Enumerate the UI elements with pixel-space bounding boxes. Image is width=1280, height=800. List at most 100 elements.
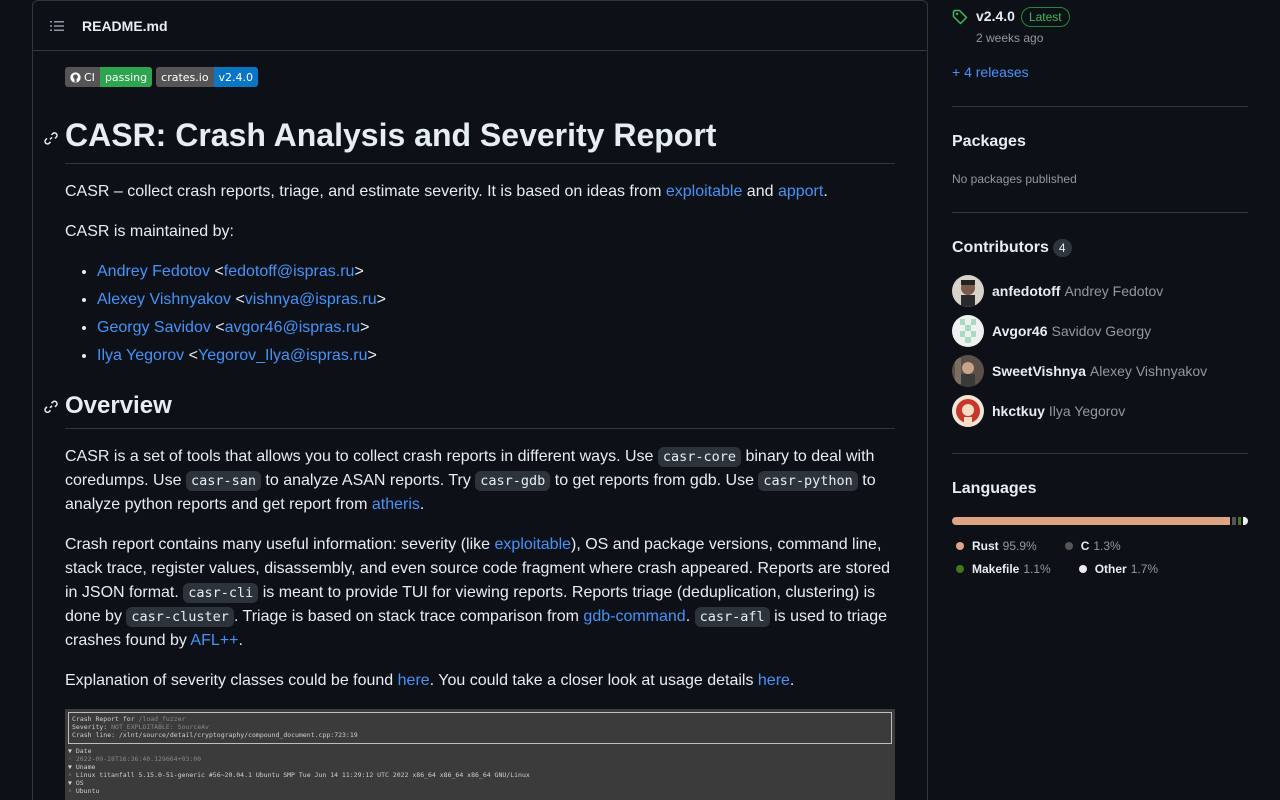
- lang-item-rust[interactable]: Rust 95.9%: [952, 534, 1037, 557]
- divider: [952, 106, 1248, 107]
- lang-name: Other: [1094, 561, 1127, 576]
- report-paragraph: Crash report contains many useful inform…: [65, 536, 891, 649]
- more-releases-link[interactable]: + 4 releases: [952, 64, 1248, 80]
- lang-name: C: [1080, 538, 1090, 553]
- usage-here-link[interactable]: here: [758, 672, 790, 689]
- readme-filename-link[interactable]: README.md: [82, 18, 168, 34]
- lang-dot: [1064, 541, 1073, 550]
- ci-badge-status: passing: [99, 67, 153, 87]
- languages-bar: [952, 517, 1248, 525]
- aflpp-link[interactable]: AFL++: [190, 632, 238, 649]
- contributor-name: Ilya Yegorov: [1048, 403, 1126, 419]
- contributor-row[interactable]: SweetVishnya Alexey Vishnyakov: [952, 355, 1248, 387]
- exploitable-link[interactable]: exploitable: [666, 183, 743, 200]
- divider: [952, 453, 1248, 454]
- email-link[interactable]: Yegorov_Ilya@ispras.ru: [198, 347, 368, 364]
- release-date: 2 weeks ago: [976, 31, 1044, 45]
- intro-text: and: [742, 183, 778, 200]
- no-packages-text: No packages published: [952, 172, 1077, 186]
- severity-here-link[interactable]: here: [398, 672, 430, 689]
- maintainers-list: Andrey Fedotov <fedotoff@ispras.ru> Alex…: [65, 260, 895, 368]
- lang-percent: 1.3%: [1093, 538, 1121, 553]
- code-casr-cli: casr-cli: [183, 583, 259, 603]
- lang-bar-c: [1232, 517, 1236, 525]
- gdb-command-link[interactable]: gdb-command: [583, 608, 685, 625]
- avatar[interactable]: [952, 315, 984, 347]
- avatar[interactable]: [952, 355, 984, 387]
- ci-badge[interactable]: CI passing: [65, 67, 153, 87]
- contributors-heading[interactable]: Contributors 4: [952, 239, 1248, 257]
- overview-heading-text: Overview: [65, 392, 172, 419]
- contributors-list: anfedotoff Andrey Fedotov Avgor46 Savido…: [952, 275, 1248, 427]
- lang-dot: [1078, 564, 1087, 573]
- link-icon[interactable]: [43, 399, 59, 415]
- github-icon: [70, 71, 81, 83]
- readme-body: CI passing crates.io v2.4.0 CASR: Crash …: [44, 67, 895, 800]
- lang-item-makefile[interactable]: Makefile 1.1%: [952, 557, 1051, 580]
- explanation-paragraph: Explanation of severity classes could be…: [65, 672, 795, 689]
- repo-sidebar: v2.4.0 Latest 2 weeks ago + 4 releases Pa…: [952, 0, 1248, 580]
- code-casr-gdb: casr-gdb: [475, 471, 551, 491]
- email-link[interactable]: avgor46@ispras.ru: [225, 319, 360, 336]
- contributor-name: Alexey Vishnyakov: [1089, 363, 1208, 379]
- lang-bar-rust: [952, 517, 1231, 525]
- tag-icon: [952, 9, 968, 25]
- crates-badge-label: crates.io: [156, 67, 214, 87]
- contributor-row[interactable]: hkctkuy Ilya Yegorov: [952, 395, 1248, 427]
- contributor-row[interactable]: anfedotoff Andrey Fedotov: [952, 275, 1248, 307]
- atheris-link[interactable]: atheris: [372, 496, 420, 513]
- contributor-login[interactable]: SweetVishnya: [992, 363, 1086, 379]
- code-casr-python: casr-python: [758, 471, 858, 491]
- lang-percent: 1.1%: [1023, 561, 1051, 576]
- maintained-by-text: CASR is maintained by:: [65, 223, 234, 240]
- code-casr-cluster: casr-cluster: [126, 607, 234, 627]
- list-icon[interactable]: [49, 18, 65, 34]
- crates-badge-version: v2.4.0: [213, 67, 259, 87]
- lang-item-other[interactable]: Other 1.7%: [1075, 557, 1158, 580]
- code-casr-core: casr-core: [657, 447, 742, 467]
- lang-bar-other: [1243, 517, 1248, 525]
- crates-badge[interactable]: crates.io v2.4.0: [156, 67, 259, 87]
- languages-list: Rust 95.9% C 1.3% Makefile 1.1% Other 1.7%: [952, 534, 1248, 580]
- readme-header: README.md: [33, 1, 927, 51]
- list-item: Andrey Fedotov <fedotoff@ispras.ru>: [97, 260, 895, 284]
- list-item: Georgy Savidov <avgor46@ispras.ru>: [97, 316, 895, 340]
- code-casr-afl: casr-afl: [694, 607, 770, 627]
- divider: [952, 212, 1248, 213]
- contributor-row[interactable]: Avgor46 Savidov Georgy: [952, 315, 1248, 347]
- email-link[interactable]: fedotoff@ispras.ru: [224, 263, 355, 280]
- maintainer-link[interactable]: Alexey Vishnyakov: [97, 291, 231, 308]
- report-header-box: Crash Report for /load_fuzzer Severity: …: [68, 712, 892, 744]
- contributor-name: Savidov Georgy: [1051, 323, 1152, 339]
- contributor-name: Andrey Fedotov: [1064, 283, 1164, 299]
- exploitable-link[interactable]: exploitable: [495, 536, 572, 553]
- overview-paragraph: CASR is a set of tools that allows you t…: [65, 447, 876, 513]
- email-link[interactable]: vishnya@ispras.ru: [245, 291, 377, 308]
- maintainer-link[interactable]: Georgy Savidov: [97, 319, 211, 336]
- lang-bar-makefile: [1237, 517, 1242, 525]
- intro-text: CASR – collect crash reports, triage, an…: [65, 183, 666, 200]
- maintainer-link[interactable]: Andrey Fedotov: [97, 263, 210, 280]
- packages-heading[interactable]: Packages: [952, 133, 1248, 151]
- contributor-login[interactable]: Avgor46: [992, 323, 1048, 339]
- apport-link[interactable]: apport: [778, 183, 823, 200]
- lang-dot: [956, 564, 964, 573]
- lang-item-c[interactable]: C 1.3%: [1061, 534, 1121, 557]
- contributor-login[interactable]: anfedotoff: [992, 283, 1060, 299]
- code-casr-san: casr-san: [185, 471, 261, 491]
- intro-text: .: [823, 183, 828, 200]
- maintainer-link[interactable]: Ilya Yegorov: [97, 347, 184, 364]
- link-icon[interactable]: [43, 130, 59, 146]
- lang-dot: [956, 541, 964, 550]
- intro-paragraph: CASR – collect crash reports, triage, an…: [65, 180, 895, 204]
- readme-title-heading: CASR: Crash Analysis and Severity Report: [44, 117, 895, 164]
- release-version[interactable]: v2.4.0: [976, 8, 1015, 24]
- avatar[interactable]: [952, 395, 984, 427]
- contributors-count: 4: [1052, 239, 1072, 257]
- contributor-login[interactable]: hkctkuy: [992, 403, 1045, 419]
- avatar[interactable]: [952, 275, 984, 307]
- ci-badge-label: CI: [84, 70, 95, 84]
- lang-name: Rust: [972, 538, 999, 553]
- casr-cli-screenshot[interactable]: Crash Report for /load_fuzzer Severity: …: [65, 709, 895, 800]
- latest-release[interactable]: v2.4.0 Latest 2 weeks ago: [952, 7, 1248, 45]
